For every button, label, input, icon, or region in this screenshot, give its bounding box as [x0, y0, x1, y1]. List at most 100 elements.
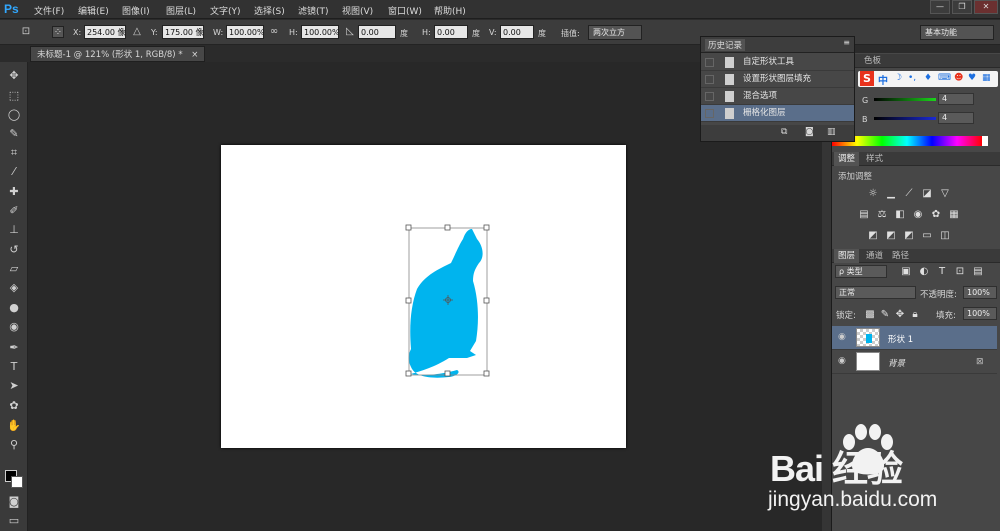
keyboard-icon[interactable]: ⌨: [938, 73, 951, 83]
angle-field[interactable]: 0.00: [358, 25, 396, 39]
layer-kind-filter[interactable]: ρ 类型: [835, 265, 887, 278]
custom-shape-tool-icon[interactable]: ✿: [6, 398, 22, 414]
user-icon[interactable]: ☻: [954, 73, 963, 83]
delta-icon[interactable]: △: [131, 26, 143, 38]
lock-pixels-icon[interactable]: ✎: [879, 309, 891, 320]
white-swatch[interactable]: [982, 136, 988, 146]
history-item[interactable]: 混合选项: [701, 88, 854, 105]
history-item[interactable]: 自定形状工具: [701, 54, 854, 71]
tab-layers[interactable]: 图层: [834, 249, 860, 263]
history-panel-title[interactable]: 历史记录: [705, 39, 746, 51]
tab-close-button[interactable]: ×: [191, 50, 198, 60]
visibility-eye-icon[interactable]: ◉: [838, 356, 848, 366]
punctuation-icon[interactable]: •,: [908, 73, 916, 83]
menu-filter[interactable]: 滤镜(T): [298, 4, 329, 17]
vskew-field[interactable]: 0.00: [500, 25, 534, 39]
fill-field[interactable]: 100%: [963, 307, 997, 320]
layer-name[interactable]: 背景: [888, 357, 905, 369]
menu-file[interactable]: 文件(F): [34, 4, 64, 17]
menu-view[interactable]: 视图(V): [342, 4, 373, 17]
invert-icon[interactable]: ◩: [867, 230, 879, 241]
brush-tool-icon[interactable]: ✐: [6, 203, 22, 219]
opacity-field[interactable]: 100%: [963, 286, 997, 299]
zoom-tool-icon[interactable]: ⚲: [6, 437, 22, 453]
trash-icon[interactable]: ▥: [827, 127, 836, 137]
g-value-field[interactable]: 4: [938, 93, 974, 105]
blur-tool-icon[interactable]: ●: [6, 300, 22, 316]
clone-stamp-tool-icon[interactable]: ⊥: [6, 222, 22, 238]
color-balance-icon[interactable]: ⚖: [876, 209, 888, 220]
transform-tool-icon[interactable]: ⊡: [20, 26, 32, 38]
tools-icon[interactable]: ▦: [982, 73, 991, 83]
quick-select-tool-icon[interactable]: ✎: [6, 126, 22, 142]
black-white-icon[interactable]: ◧: [894, 209, 906, 220]
color-lookup-icon[interactable]: ▦: [948, 209, 960, 220]
curves-icon[interactable]: ⟋: [903, 188, 915, 199]
marquee-tool-icon[interactable]: ⬚: [6, 88, 22, 104]
width-field[interactable]: 100.00%: [226, 25, 264, 39]
selective-color-icon[interactable]: ◫: [939, 230, 951, 241]
x-field[interactable]: 254.00 像素: [84, 25, 126, 39]
minimize-button[interactable]: —: [930, 0, 950, 14]
lock-transparent-icon[interactable]: ▩: [864, 309, 876, 320]
shape-filter-icon[interactable]: ⊡: [954, 266, 966, 277]
paint-bucket-tool-icon[interactable]: ◈: [6, 280, 22, 296]
history-brush-tool-icon[interactable]: ↺: [6, 242, 22, 258]
photo-filter-icon[interactable]: ◉: [912, 209, 924, 220]
moon-icon[interactable]: ☽: [894, 73, 902, 83]
gradient-map-icon[interactable]: ▭: [921, 230, 933, 241]
workspace-select[interactable]: 基本功能: [920, 25, 994, 40]
dodge-tool-icon[interactable]: ◉: [6, 319, 22, 335]
crop-tool-icon[interactable]: ⌗: [6, 145, 22, 161]
levels-icon[interactable]: ▁: [885, 188, 897, 199]
threshold-icon[interactable]: ◩: [903, 230, 915, 241]
menu-select[interactable]: 选择(S): [254, 4, 285, 17]
layer-row[interactable]: ◉ 背景 ⊠: [832, 350, 997, 374]
menu-window[interactable]: 窗口(W): [388, 4, 422, 17]
screen-mode-icon[interactable]: ▭: [6, 513, 22, 529]
eraser-tool-icon[interactable]: ▱: [6, 261, 22, 277]
hand-tool-icon[interactable]: ✋: [6, 418, 22, 434]
tab-styles[interactable]: 样式: [862, 152, 887, 166]
quick-mask-icon[interactable]: ◙: [6, 494, 22, 510]
layer-name[interactable]: 形状 1: [888, 333, 913, 345]
menu-layer[interactable]: 图层(L): [166, 4, 196, 17]
blend-mode-select[interactable]: 正常: [835, 286, 916, 299]
hue-saturation-icon[interactable]: ▤: [858, 209, 870, 220]
type-tool-icon[interactable]: T: [6, 359, 22, 375]
visibility-eye-icon[interactable]: ◉: [838, 332, 848, 342]
close-button[interactable]: ✕: [974, 0, 998, 14]
tab-paths[interactable]: 路径: [888, 249, 913, 263]
tab-swatches[interactable]: 色板: [860, 54, 885, 68]
menu-help[interactable]: 帮助(H): [434, 4, 466, 17]
height-field[interactable]: 100.00%: [301, 25, 339, 39]
skin-icon[interactable]: ♥: [968, 73, 976, 83]
path-selection-tool-icon[interactable]: ➤: [6, 378, 22, 394]
channel-mixer-icon[interactable]: ✿: [930, 209, 942, 220]
move-tool-icon[interactable]: ✥: [6, 68, 22, 84]
cat-shape-layer[interactable]: [221, 145, 626, 448]
interpolation-select[interactable]: 两次立方: [588, 25, 642, 40]
smart-object-filter-icon[interactable]: ▤: [972, 266, 984, 277]
b-slider-track[interactable]: [874, 117, 936, 120]
vibrance-icon[interactable]: ▽: [939, 188, 951, 199]
exposure-icon[interactable]: ◪: [921, 188, 933, 199]
posterize-icon[interactable]: ◩: [885, 230, 897, 241]
g-slider-track[interactable]: [874, 98, 936, 101]
history-item-selected[interactable]: 栅格化图层: [701, 105, 854, 122]
history-source-checkbox[interactable]: [705, 75, 714, 84]
menu-edit[interactable]: 编辑(E): [78, 4, 109, 17]
type-filter-icon[interactable]: T: [936, 266, 948, 277]
adjustment-filter-icon[interactable]: ◐: [918, 266, 930, 277]
hskew-field[interactable]: 0.00: [434, 25, 468, 39]
tab-channels[interactable]: 通道: [862, 249, 887, 263]
eyedropper-tool-icon[interactable]: ⁄: [6, 164, 22, 180]
document-canvas[interactable]: [221, 145, 626, 448]
pen-tool-icon[interactable]: ✒: [6, 340, 22, 356]
tab-adjustments[interactable]: 调整: [834, 152, 860, 166]
reference-point-icon[interactable]: ⁘: [52, 26, 64, 38]
snapshot-camera-icon[interactable]: ◙: [805, 127, 814, 137]
menu-image[interactable]: 图像(I): [122, 4, 150, 17]
restore-button[interactable]: ❐: [952, 0, 972, 14]
history-source-checkbox[interactable]: [705, 58, 714, 67]
